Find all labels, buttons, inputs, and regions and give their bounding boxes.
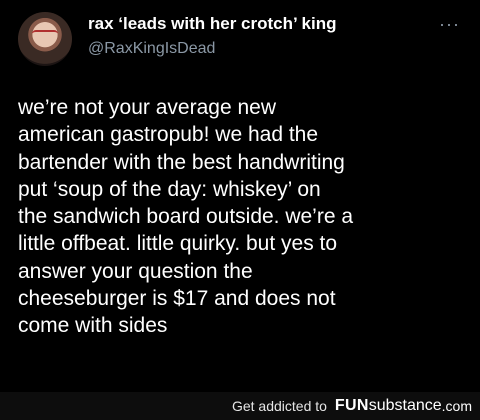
brand-tld: .com — [441, 398, 472, 414]
brand-fun: FUN — [334, 397, 369, 414]
tweet-card: rax ‘leads with her crotch’ king @RaxKin… — [0, 0, 480, 392]
footer-credit: Get addicted to — [231, 398, 327, 414]
user-handle[interactable]: @RaxKingIsDead — [88, 40, 215, 58]
more-horizontal-icon[interactable]: ··· — [439, 14, 460, 35]
display-name[interactable]: rax ‘leads with her crotch’ king — [88, 14, 336, 34]
brand-logo: FUN substance .com — [335, 397, 472, 415]
avatar-detail — [32, 30, 58, 40]
avatar[interactable] — [18, 12, 72, 66]
tweet-text: we’re not your average new american gast… — [18, 96, 354, 338]
watermark-footer: Get addicted to FUN substance .com — [0, 392, 480, 420]
brand-substance: substance — [368, 397, 442, 414]
